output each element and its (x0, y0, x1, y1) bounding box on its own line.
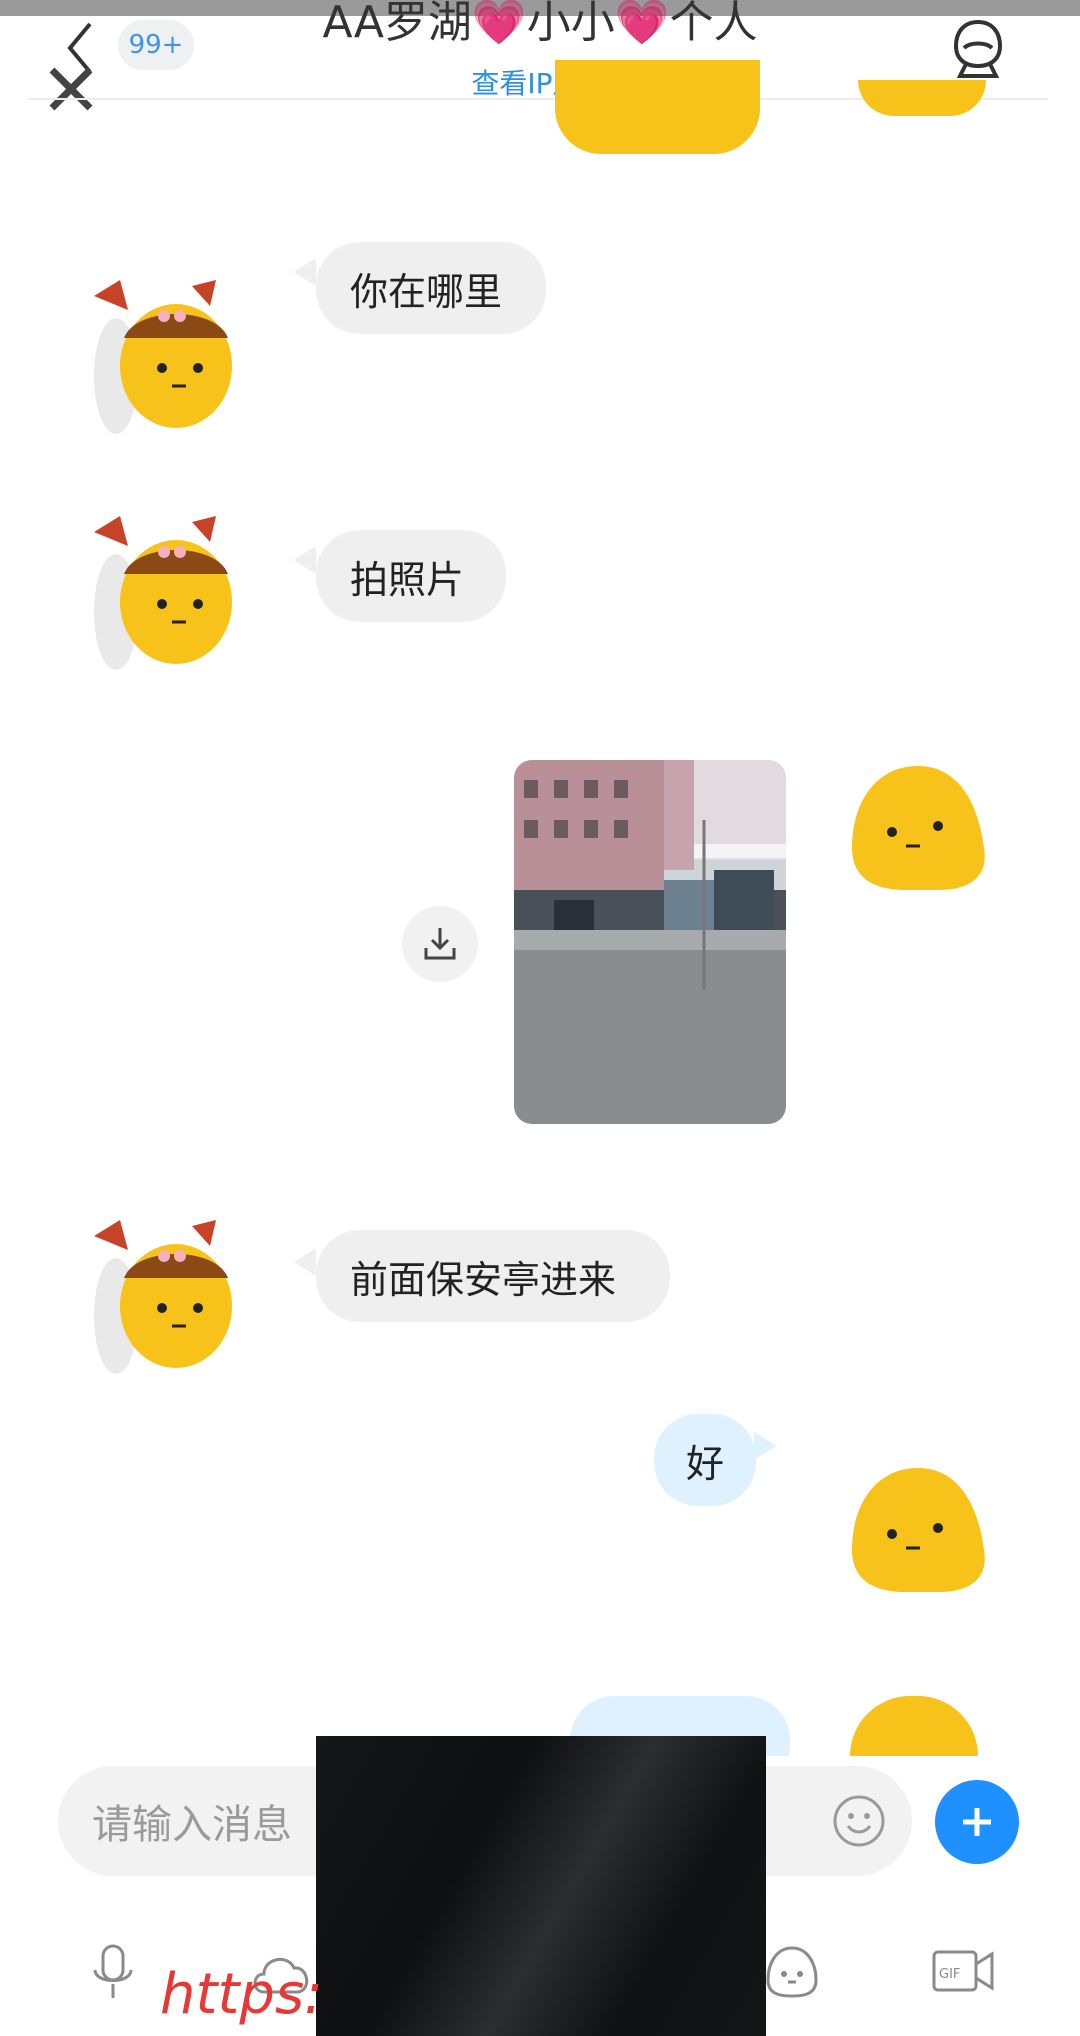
message-bubble[interactable]: 前面保安亭进来 (316, 1230, 670, 1322)
profile-button[interactable] (950, 18, 1006, 78)
plus-icon (963, 1808, 991, 1836)
chat-title: AA罗湖💗小小💗个人 (322, 0, 758, 48)
emoji-button[interactable] (830, 1792, 888, 1850)
emoji-smile-icon (833, 1795, 885, 1847)
unread-badge: 99+ (118, 20, 194, 70)
contact-avatar[interactable] (76, 502, 236, 672)
bubble-tail (294, 546, 316, 574)
street-photo-image (514, 760, 786, 1124)
close-button[interactable] (46, 64, 96, 114)
video-overlay (316, 1736, 766, 2036)
sticker-button[interactable] (762, 1942, 822, 2002)
bubble-tail (294, 1248, 316, 1276)
voice-button[interactable] (86, 1942, 140, 2002)
shared-photo[interactable] (514, 760, 786, 1124)
previous-avatar (858, 80, 986, 116)
gif-video-icon: GIF (932, 1950, 994, 1992)
message-text: 拍照片 (350, 557, 465, 602)
bubble-tail (294, 258, 316, 286)
contact-avatar[interactable] (76, 1206, 236, 1376)
person-profile-icon (953, 19, 1003, 78)
message-bubble[interactable]: 拍照片 (316, 530, 506, 622)
message-text: 你在哪里 (350, 269, 503, 314)
microphone-icon (93, 1944, 133, 1998)
contact-avatar[interactable] (76, 266, 236, 436)
message-text: 前面保安亭进来 (350, 1257, 617, 1302)
message-bubble[interactable]: 好 (654, 1414, 756, 1506)
add-button[interactable] (935, 1780, 1019, 1864)
contact-avatar-image (94, 516, 232, 670)
gif-video-button[interactable]: GIF (930, 1946, 996, 1996)
svg-text:GIF: GIF (939, 1967, 960, 1982)
my-avatar-image (852, 766, 985, 890)
emoji-face-icon (766, 1946, 818, 1998)
my-avatar-image (852, 1468, 985, 1592)
my-avatar[interactable] (846, 1464, 990, 1596)
download-button[interactable] (402, 906, 478, 982)
close-icon (49, 67, 93, 111)
my-avatar-partial (850, 1696, 978, 1756)
message-bubble[interactable]: 你在哪里 (316, 242, 546, 334)
my-avatar[interactable] (846, 762, 990, 894)
contact-avatar-image (94, 1220, 232, 1374)
message-input-placeholder: 请输入消息 (92, 1802, 292, 1848)
watermark-text: https: (160, 1962, 323, 2027)
download-icon (424, 928, 456, 960)
previous-message-bubble (555, 60, 760, 154)
message-text: 好 (685, 1441, 724, 1486)
contact-avatar-image (94, 280, 232, 434)
bubble-tail (754, 1432, 776, 1460)
